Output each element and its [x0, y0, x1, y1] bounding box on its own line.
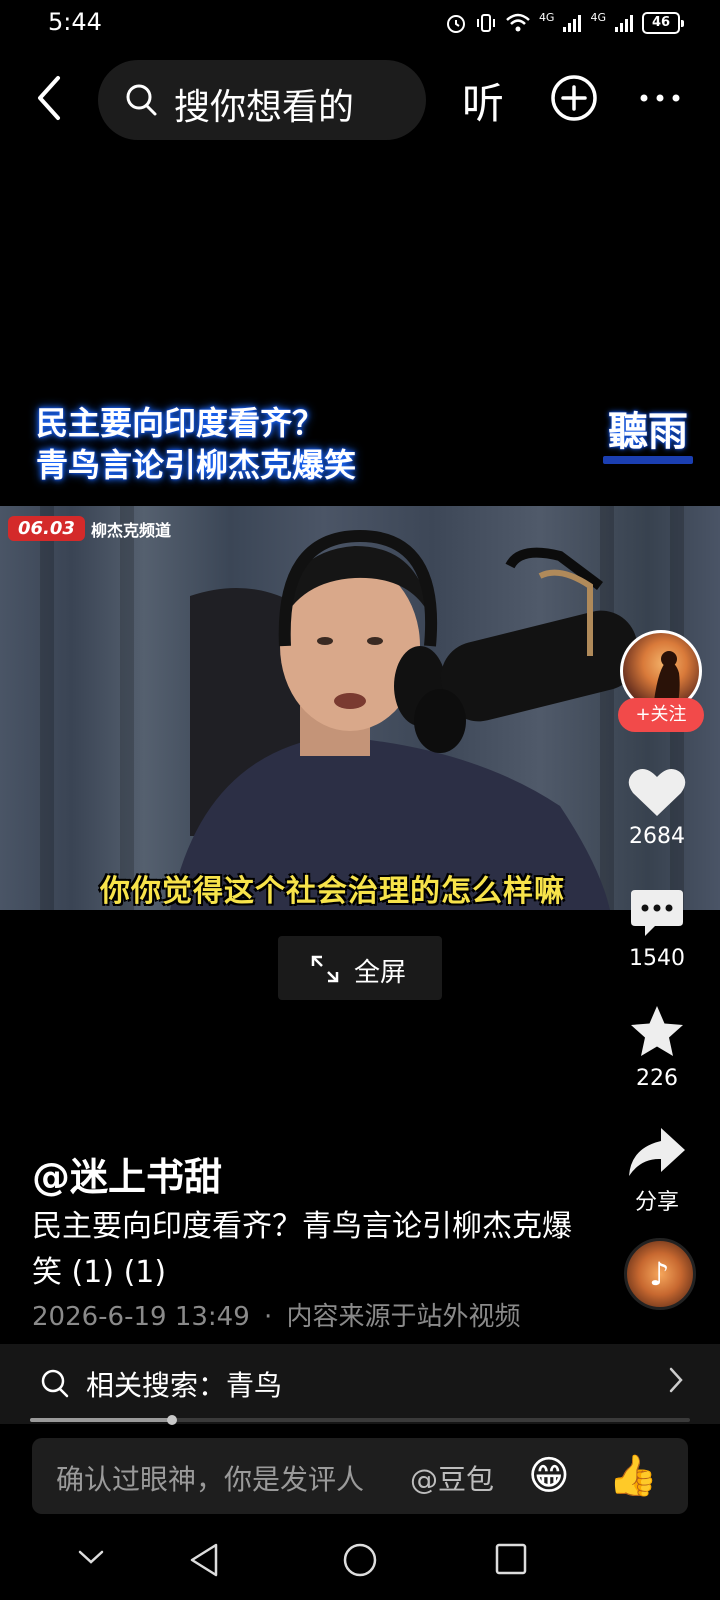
chevron-right-icon: [669, 1367, 683, 1393]
share-icon: [629, 1128, 685, 1176]
music-disc[interactable]: ♪: [624, 1238, 696, 1310]
follow-button[interactable]: +关注: [618, 698, 704, 732]
status-icons: 4G 4G 46: [445, 8, 684, 38]
network-type-b: 4G: [590, 10, 606, 24]
video-player[interactable]: 06.03 柳杰克频道 你你觉得这个社会治理的怎么样嘛: [0, 506, 720, 910]
expand-icon: [311, 955, 339, 983]
favorite-count: 226: [636, 1066, 678, 1091]
grin-emoji-icon[interactable]: 😁: [528, 1452, 570, 1500]
search-placeholder: 搜你想看的: [174, 87, 355, 128]
system-nav-bar: [0, 1520, 720, 1600]
favorite-action[interactable]: 226: [612, 1004, 702, 1091]
fullscreen-button[interactable]: 全屏: [278, 936, 442, 1000]
video-date: 06.03: [8, 516, 85, 541]
like-action[interactable]: 2684: [612, 766, 702, 849]
date-badge: 06.03 柳杰克频道: [8, 516, 171, 541]
progress-fill: [30, 1418, 172, 1422]
comment-mention[interactable]: @豆包: [410, 1458, 494, 1498]
thumbs-up-emoji-icon[interactable]: 👍: [608, 1452, 658, 1500]
video-channel: 柳杰克频道: [90, 520, 171, 540]
content-source: 内容来源于站外视频: [286, 1302, 521, 1332]
watermark-bar: [603, 456, 693, 464]
status-bar: 5:44 4G 4G 46: [0, 0, 720, 46]
comment-placeholder: 确认过眼神，你是发评人: [56, 1463, 365, 1496]
comment-action[interactable]: 1540: [612, 886, 702, 971]
related-search-label: 相关搜索：青鸟: [86, 1369, 283, 1402]
nav-home-icon[interactable]: [342, 1542, 378, 1578]
meta-separator: ·: [264, 1302, 273, 1332]
nav-down-icon[interactable]: [76, 1542, 106, 1572]
listen-button[interactable]: 听: [462, 70, 504, 131]
video-title-line2: 青鸟言论引柳杰克爆笑: [36, 446, 357, 484]
video-title-line1: 民主要向印度看齐？: [36, 404, 325, 442]
search-icon: [126, 84, 157, 116]
music-note-icon: ♪: [649, 1255, 670, 1293]
fullscreen-label: 全屏: [354, 958, 407, 988]
wifi-icon: [506, 13, 530, 32]
comment-input[interactable]: 确认过眼神，你是发评人 @豆包 😁 👍: [32, 1438, 688, 1514]
more-icon[interactable]: [638, 92, 682, 104]
author-avatar-group: +关注: [618, 630, 704, 732]
video-title-overlay: 民主要向印度看齐？ 青鸟言论引柳杰克爆笑: [36, 402, 356, 486]
alarm-icon: [446, 15, 465, 33]
watermark-logo: 聽雨: [600, 410, 696, 470]
video-scene: [170, 529, 640, 910]
video-progress-bar[interactable]: [30, 1415, 690, 1425]
post-datetime: 2026-6-19 13:49: [32, 1302, 250, 1332]
author-name[interactable]: @迷上书甜: [32, 1146, 222, 1201]
watermark-text: 聽雨: [608, 409, 688, 455]
add-icon[interactable]: [550, 74, 598, 122]
video-subtitle: 你你觉得这个社会治理的怎么样嘛: [100, 874, 565, 909]
video-meta: 2026-6-19 13:49 · 内容来源于站外视频: [32, 1296, 521, 1333]
nav-recents-icon[interactable]: [494, 1542, 528, 1576]
status-time: 5:44: [48, 8, 102, 36]
video-description: 民主要向印度看齐？青鸟言论引柳杰克爆笑 (1) (1): [32, 1209, 572, 1290]
nav-back-icon[interactable]: [188, 1542, 222, 1578]
share-action[interactable]: 分享: [612, 1126, 702, 1216]
share-label: 分享: [634, 1190, 679, 1215]
like-count: 2684: [629, 824, 685, 849]
signal-icon: [615, 15, 633, 32]
battery-icon: 46: [642, 12, 684, 34]
back-icon[interactable]: [30, 72, 70, 124]
comment-count: 1540: [629, 946, 685, 971]
related-search-bar[interactable]: 相关搜索：青鸟: [0, 1344, 720, 1424]
comment-icon: [631, 890, 683, 936]
vibrate-icon: [476, 14, 495, 32]
signal-icon: [563, 15, 582, 32]
star-icon: [631, 1006, 683, 1056]
network-type-a: 4G: [538, 10, 555, 24]
heart-icon: [628, 768, 686, 816]
search-icon: [41, 1369, 69, 1398]
search-input[interactable]: 搜你想看的: [98, 60, 426, 140]
progress-handle[interactable]: [166, 1415, 177, 1425]
